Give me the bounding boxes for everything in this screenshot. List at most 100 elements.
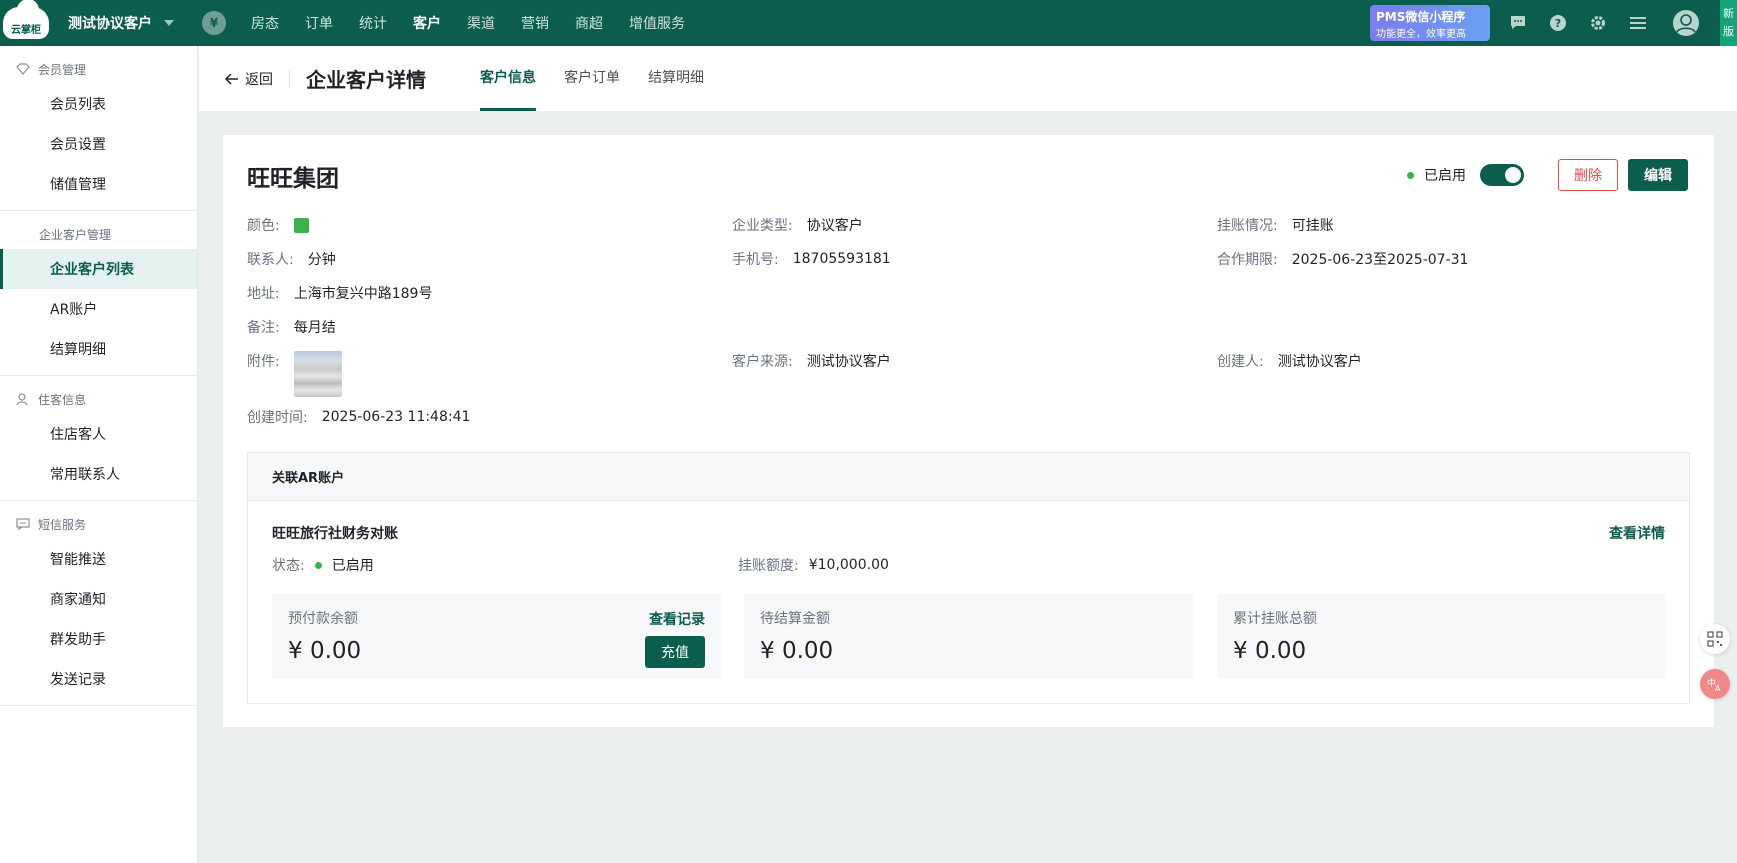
field-label: 联系人: [247, 252, 294, 268]
field-company-type: 企业类型: 协议客户 [732, 215, 863, 235]
back-label: 返回 [245, 71, 273, 88]
nav-item-orders[interactable]: 订单 [305, 13, 333, 33]
sidebar-item-ar-account[interactable]: AR账户 [0, 289, 197, 329]
yen-icon[interactable]: ¥ [202, 11, 226, 35]
attachment-thumbnail[interactable] [293, 351, 342, 397]
sidebar-item-merchant-notice[interactable]: 商家通知 [0, 579, 197, 619]
sidebar-item-bulk-send[interactable]: 群发助手 [0, 619, 197, 659]
field-label: 颜色: [247, 218, 280, 234]
stat-title: 累计挂账总额 [1233, 611, 1317, 627]
field-label: 合作期限: [1217, 252, 1278, 268]
field-created-time: 创建时间: 2025-06-23 11:48:41 [247, 407, 470, 427]
field-label: 状态: [272, 558, 305, 574]
header-divider [289, 69, 290, 88]
stat-pending-settlement: 待结算金额 ¥ 0.00 [744, 594, 1193, 679]
stat-total-credit: 累计挂账总额 ¥ 0.00 [1217, 594, 1666, 679]
field-label: 客户来源: [732, 354, 793, 370]
enable-toggle[interactable] [1480, 164, 1524, 186]
settings-icon[interactable] [1587, 12, 1609, 34]
arrow-left-icon [225, 72, 238, 85]
status-text: 已启用 [1424, 168, 1466, 184]
field-value: 上海市复兴中路189号 [293, 286, 433, 302]
field-value: 协议客户 [806, 218, 863, 234]
nav-item-mall[interactable]: 商超 [575, 13, 603, 33]
promo-title: PMS微信小程序 [1376, 10, 1466, 24]
tab-customer-info[interactable]: 客户信息 [480, 46, 536, 111]
field-creator: 创建人: 测试协议客户 [1217, 351, 1362, 371]
tab-settlement-details[interactable]: 结算明细 [648, 46, 704, 111]
tab-customer-orders[interactable]: 客户订单 [564, 46, 620, 111]
sidebar-item-stored-value[interactable]: 储值管理 [0, 164, 197, 204]
nav-item-value-added[interactable]: 增值服务 [629, 13, 685, 33]
chat-icon[interactable] [1507, 12, 1529, 34]
sidebar-group-guest: 住客信息 住店客人 常用联系人 [0, 376, 197, 501]
sidebar-item-in-house-guests[interactable]: 住店客人 [0, 414, 197, 454]
user-icon [16, 392, 28, 405]
delete-button[interactable]: 删除 [1558, 159, 1618, 191]
back-button[interactable]: 返回 [225, 69, 273, 89]
sidebar-group-title: 住客信息 [38, 392, 87, 407]
sidebar-item-corporate-list[interactable]: 企业客户列表 [0, 249, 197, 289]
cloud-logo-icon: 云掌柜 [3, 0, 49, 39]
field-attachment: 附件: [247, 351, 342, 397]
nav-item-stats[interactable]: 统计 [359, 13, 387, 33]
menu-icon[interactable] [1627, 12, 1649, 34]
ar-section-title: 关联AR账户 [248, 453, 1689, 501]
field-value: 已启用 [331, 558, 374, 574]
nav-item-channels[interactable]: 渠道 [467, 13, 495, 33]
translate-icon[interactable]: 中A [1700, 669, 1730, 699]
sidebar-item-smart-push[interactable]: 智能推送 [0, 539, 197, 579]
field-contact: 联系人: 分钟 [247, 249, 336, 269]
chevron-down-icon [164, 20, 174, 26]
mini-program-promo[interactable]: PMS微信小程序 功能更全，效率更高 [1370, 5, 1490, 41]
view-records-link[interactable]: 查看记录 [649, 609, 705, 629]
detail-tabs: 客户信息 客户订单 结算明细 [466, 46, 718, 111]
nav-item-marketing[interactable]: 营销 [521, 13, 549, 33]
sidebar-item-member-list[interactable]: 会员列表 [0, 84, 197, 124]
message-icon [16, 518, 30, 530]
nav-item-customers[interactable]: 客户 [413, 13, 441, 33]
sidebar-group-corporate: 企业客户管理 企业客户列表 AR账户 结算明细 [0, 211, 197, 376]
stat-title: 预付款余额 [288, 611, 358, 627]
sidebar-group-header: 短信服务 [0, 509, 197, 539]
page-title: 企业客户详情 [306, 68, 426, 92]
sidebar-item-send-records[interactable]: 发送记录 [0, 659, 197, 699]
field-value: 每月结 [293, 320, 336, 336]
field-value: 分钟 [307, 252, 336, 268]
field-label: 创建时间: [247, 410, 308, 426]
sidebar-group-header: 会员管理 [0, 54, 197, 84]
stat-value: ¥ 0.00 [760, 638, 834, 664]
view-details-link[interactable]: 查看详情 [1609, 523, 1665, 543]
field-label: 地址: [247, 286, 280, 302]
svg-text:?: ? [1555, 17, 1561, 30]
help-icon[interactable]: ? [1547, 12, 1569, 34]
field-label: 企业类型: [732, 218, 793, 234]
sidebar: 会员管理 会员列表 会员设置 储值管理 企业客户管理 企业客户列表 AR账户 结… [0, 46, 198, 863]
sidebar-group-header: 住客信息 [0, 384, 197, 414]
field-value: ¥10,000.00 [808, 557, 889, 573]
field-cooperation-period: 合作期限: 2025-06-23至2025-07-31 [1217, 249, 1468, 269]
stat-title: 待结算金额 [760, 611, 830, 627]
hotel-selector[interactable]: 测试协议客户 [68, 13, 174, 33]
field-label: 附件: [247, 354, 280, 370]
top-bar: 云掌柜 测试协议客户 ¥ 房态 订单 统计 客户 渠道 营销 商超 增值服务 P… [0, 0, 1737, 46]
ar-credit-limit: 挂账额度: ¥10,000.00 [738, 555, 889, 575]
sidebar-item-settlement[interactable]: 结算明细 [0, 329, 197, 369]
edit-button[interactable]: 编辑 [1628, 159, 1688, 191]
status-actions: 已启用 删除 编辑 [1407, 159, 1688, 191]
field-value: 测试协议客户 [806, 354, 891, 370]
linked-ar-section: 关联AR账户 旺旺旅行社财务对账 查看详情 状态: 已启用 挂账额度: ¥10,… [247, 452, 1690, 704]
avatar[interactable] [1672, 9, 1700, 37]
sidebar-group-title: 会员管理 [38, 62, 87, 77]
qr-code-icon[interactable] [1700, 624, 1730, 654]
hotel-name: 测试协议客户 [68, 16, 152, 32]
new-version-badge[interactable]: 新版 [1720, 0, 1737, 46]
recharge-button[interactable]: 充值 [645, 636, 705, 668]
sidebar-item-frequent-contacts[interactable]: 常用联系人 [0, 454, 197, 494]
field-label: 挂账情况: [1217, 218, 1278, 234]
sidebar-item-member-settings[interactable]: 会员设置 [0, 124, 197, 164]
company-name: 旺旺集团 [247, 166, 339, 192]
app-logo[interactable]: 云掌柜 [0, 0, 52, 46]
field-value: 18705593181 [792, 251, 891, 267]
nav-item-room-status[interactable]: 房态 [251, 13, 279, 33]
